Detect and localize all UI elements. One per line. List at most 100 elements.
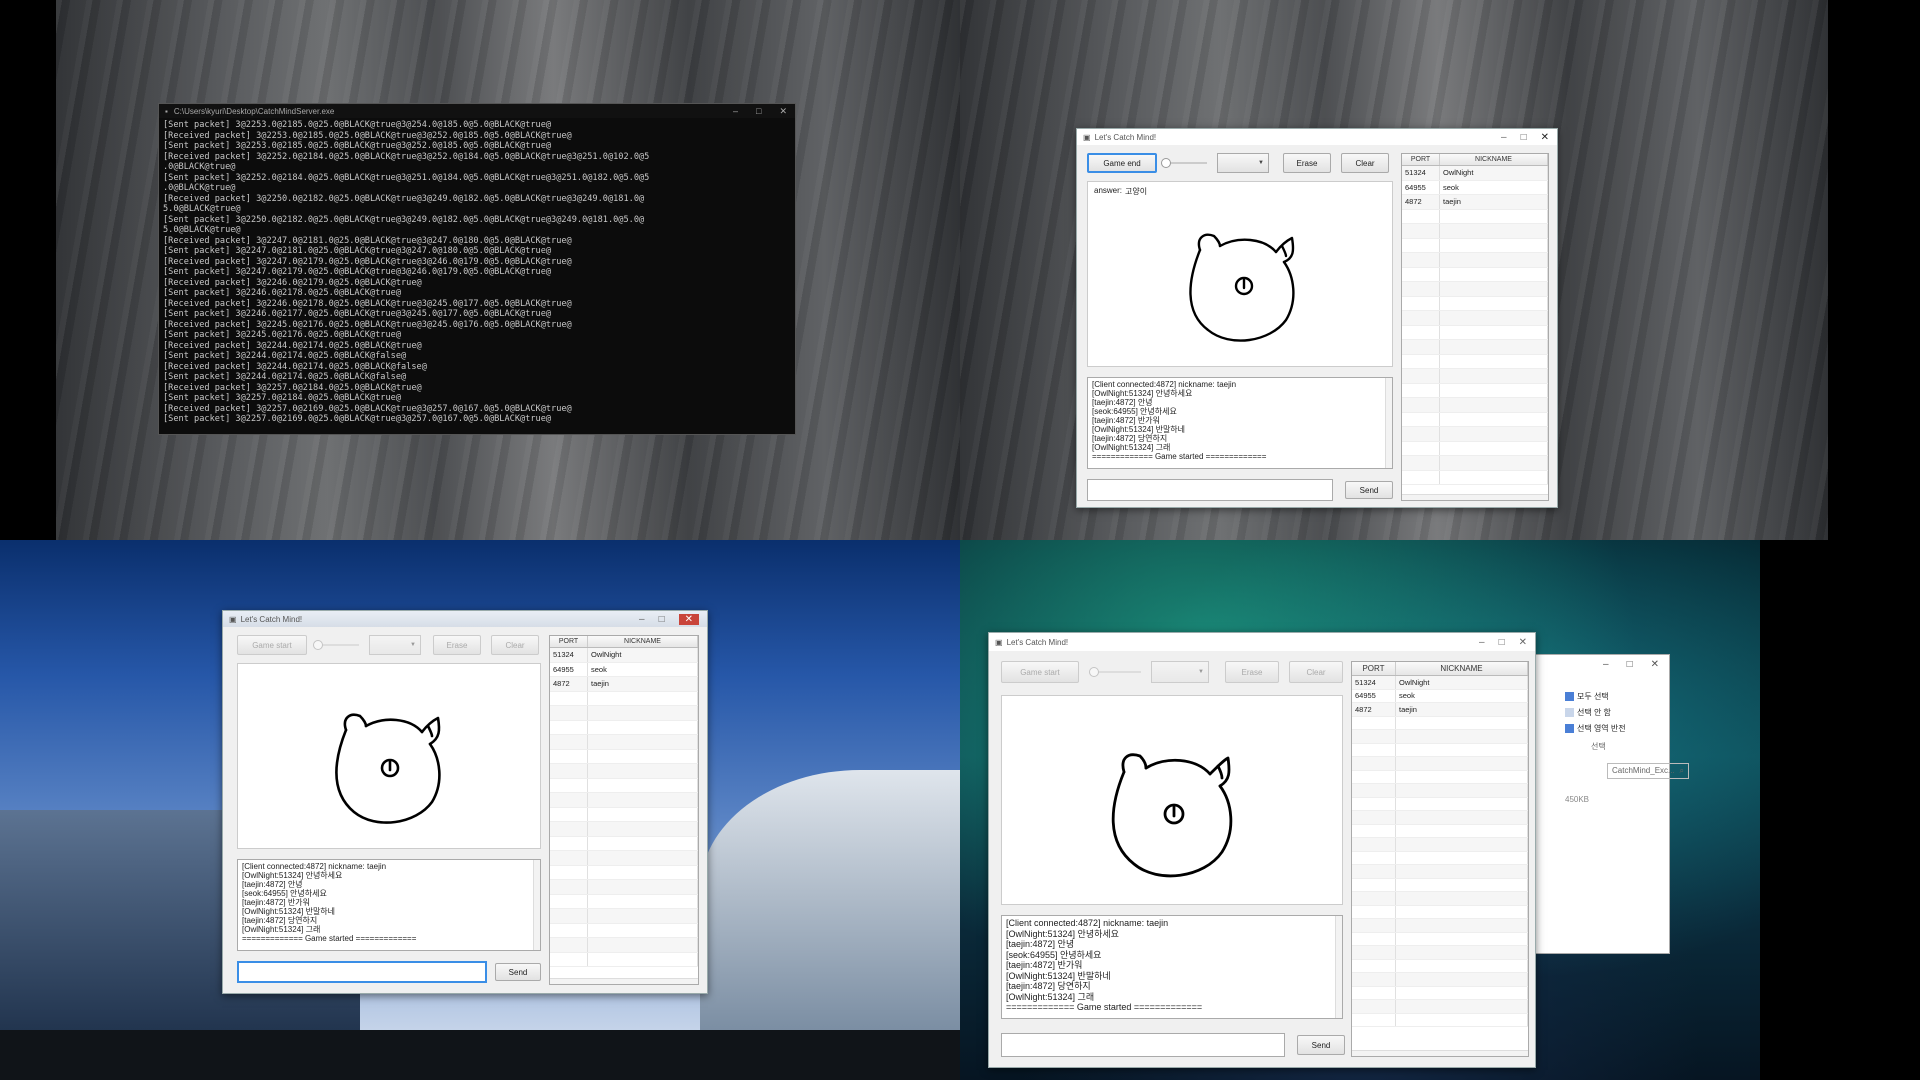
empty-row[interactable] [1402, 325, 1548, 340]
clear-button[interactable]: Clear [1341, 153, 1389, 173]
erase-button[interactable]: Erase [433, 635, 481, 655]
empty-row[interactable] [550, 851, 698, 866]
close-icon[interactable]: ✕ [1651, 659, 1659, 670]
empty-row[interactable] [550, 720, 698, 735]
color-combo[interactable]: ▼ [369, 635, 421, 655]
table-row[interactable]: 64955 seok [1402, 180, 1548, 195]
send-button[interactable]: Send [495, 963, 541, 981]
window-titlebar[interactable]: ▣ Let's Catch Mind! – □ ✕ [1077, 129, 1557, 145]
close-icon[interactable]: ✕ [678, 613, 699, 625]
empty-row[interactable] [1402, 282, 1548, 297]
port-header[interactable]: PORT [1352, 662, 1396, 675]
invert-selection-button[interactable]: 선택 영역 반전 [1565, 723, 1626, 734]
clear-button[interactable]: Clear [491, 635, 539, 655]
empty-row[interactable] [1352, 851, 1528, 865]
empty-row[interactable] [1352, 824, 1528, 838]
chat-input[interactable] [237, 961, 487, 983]
select-none-button[interactable]: 선택 안 함 [1565, 707, 1611, 718]
brush-size-slider[interactable] [1089, 667, 1141, 677]
chat-scrollbar[interactable] [1335, 916, 1342, 1018]
empty-row[interactable] [1352, 838, 1528, 852]
drawing-canvas[interactable] [1001, 695, 1343, 905]
empty-row[interactable] [1352, 865, 1528, 879]
empty-row[interactable] [1402, 340, 1548, 355]
empty-row[interactable] [550, 909, 698, 924]
server-console-window[interactable]: ▪ C:\Users\kyuri\Desktop\CatchMindServer… [158, 103, 796, 435]
empty-row[interactable] [550, 764, 698, 779]
empty-row[interactable] [550, 691, 698, 706]
minimize-icon[interactable]: – [1603, 659, 1609, 670]
empty-row[interactable] [1352, 757, 1528, 771]
drawing-canvas[interactable] [237, 663, 541, 849]
empty-row[interactable] [1402, 369, 1548, 384]
table-scrollbar[interactable] [550, 978, 698, 984]
empty-row[interactable] [550, 894, 698, 909]
empty-row[interactable] [1352, 932, 1528, 946]
console-titlebar[interactable]: ▪ C:\Users\kyuri\Desktop\CatchMindServer… [159, 104, 795, 118]
catch-mind-window[interactable]: ▣ Let's Catch Mind! – □ ✕ Game start ▼ E… [988, 632, 1536, 1068]
empty-row[interactable] [550, 880, 698, 895]
maximize-icon[interactable]: □ [1627, 659, 1633, 670]
empty-row[interactable] [1352, 919, 1528, 933]
empty-row[interactable] [1402, 224, 1548, 239]
empty-row[interactable] [1402, 398, 1548, 413]
close-icon[interactable]: ✕ [1519, 637, 1527, 648]
minimize-icon[interactable]: – [1501, 132, 1507, 143]
empty-row[interactable] [550, 822, 698, 837]
empty-row[interactable] [1402, 311, 1548, 326]
empty-row[interactable] [1352, 797, 1528, 811]
empty-row[interactable] [550, 923, 698, 938]
empty-row[interactable] [550, 793, 698, 808]
port-header[interactable]: PORT [550, 636, 588, 647]
empty-row[interactable] [550, 836, 698, 851]
maximize-icon[interactable]: □ [659, 614, 665, 625]
brush-size-slider[interactable] [1161, 158, 1207, 168]
empty-row[interactable] [1402, 253, 1548, 268]
empty-row[interactable] [1352, 1013, 1528, 1027]
table-row[interactable]: 51324 OwlNight [550, 648, 698, 663]
empty-row[interactable] [550, 807, 698, 822]
clear-button[interactable]: Clear [1289, 661, 1343, 683]
chat-input[interactable] [1001, 1033, 1285, 1057]
empty-row[interactable] [1352, 959, 1528, 973]
window-titlebar[interactable]: ▣ Let's Catch Mind! – □ ✕ [223, 611, 707, 627]
empty-row[interactable] [1402, 427, 1548, 442]
select-all-button[interactable]: 모두 선택 [1565, 691, 1609, 702]
minimize-icon[interactable]: – [1479, 637, 1485, 648]
nickname-header[interactable]: NICKNAME [588, 636, 698, 647]
empty-row[interactable] [1352, 986, 1528, 1000]
empty-row[interactable] [1402, 267, 1548, 282]
empty-row[interactable] [550, 706, 698, 721]
send-button[interactable]: Send [1297, 1035, 1345, 1055]
empty-row[interactable] [1352, 946, 1528, 960]
window-titlebar[interactable]: ▣ Let's Catch Mind! – □ ✕ [989, 633, 1535, 651]
empty-row[interactable] [1352, 811, 1528, 825]
empty-row[interactable] [550, 778, 698, 793]
empty-row[interactable] [1352, 716, 1528, 730]
empty-row[interactable] [550, 938, 698, 953]
brush-size-slider[interactable] [313, 640, 359, 650]
empty-row[interactable] [1402, 412, 1548, 427]
close-icon[interactable]: ✕ [1541, 132, 1549, 143]
empty-row[interactable] [550, 749, 698, 764]
search-input[interactable]: CatchMind_Exc... ⌕ [1607, 763, 1689, 779]
catch-mind-window[interactable]: ▣ Let's Catch Mind! – □ ✕ Game start ▼ E… [222, 610, 708, 994]
table-row[interactable]: 51324 OwlNight [1402, 166, 1548, 181]
table-row[interactable]: 4872 taejin [1352, 703, 1528, 717]
empty-row[interactable] [550, 865, 698, 880]
minimize-icon[interactable]: – [639, 614, 645, 625]
empty-row[interactable] [1352, 743, 1528, 757]
game-start-button[interactable]: Game start [1001, 661, 1079, 683]
empty-row[interactable] [1402, 354, 1548, 369]
chat-scrollbar[interactable] [1385, 378, 1392, 468]
send-button[interactable]: Send [1345, 481, 1393, 499]
maximize-icon[interactable]: □ [1521, 132, 1527, 143]
empty-row[interactable] [1352, 905, 1528, 919]
color-combo[interactable]: ▼ [1217, 153, 1269, 173]
color-combo[interactable]: ▼ [1151, 661, 1209, 683]
catch-mind-window[interactable]: ▣ Let's Catch Mind! – □ ✕ Game end ▼ Era… [1076, 128, 1558, 508]
drawing-canvas[interactable]: answer: 고양이 [1087, 181, 1393, 367]
close-icon[interactable]: ✕ [779, 106, 787, 117]
empty-row[interactable] [1352, 973, 1528, 987]
empty-row[interactable] [1352, 784, 1528, 798]
